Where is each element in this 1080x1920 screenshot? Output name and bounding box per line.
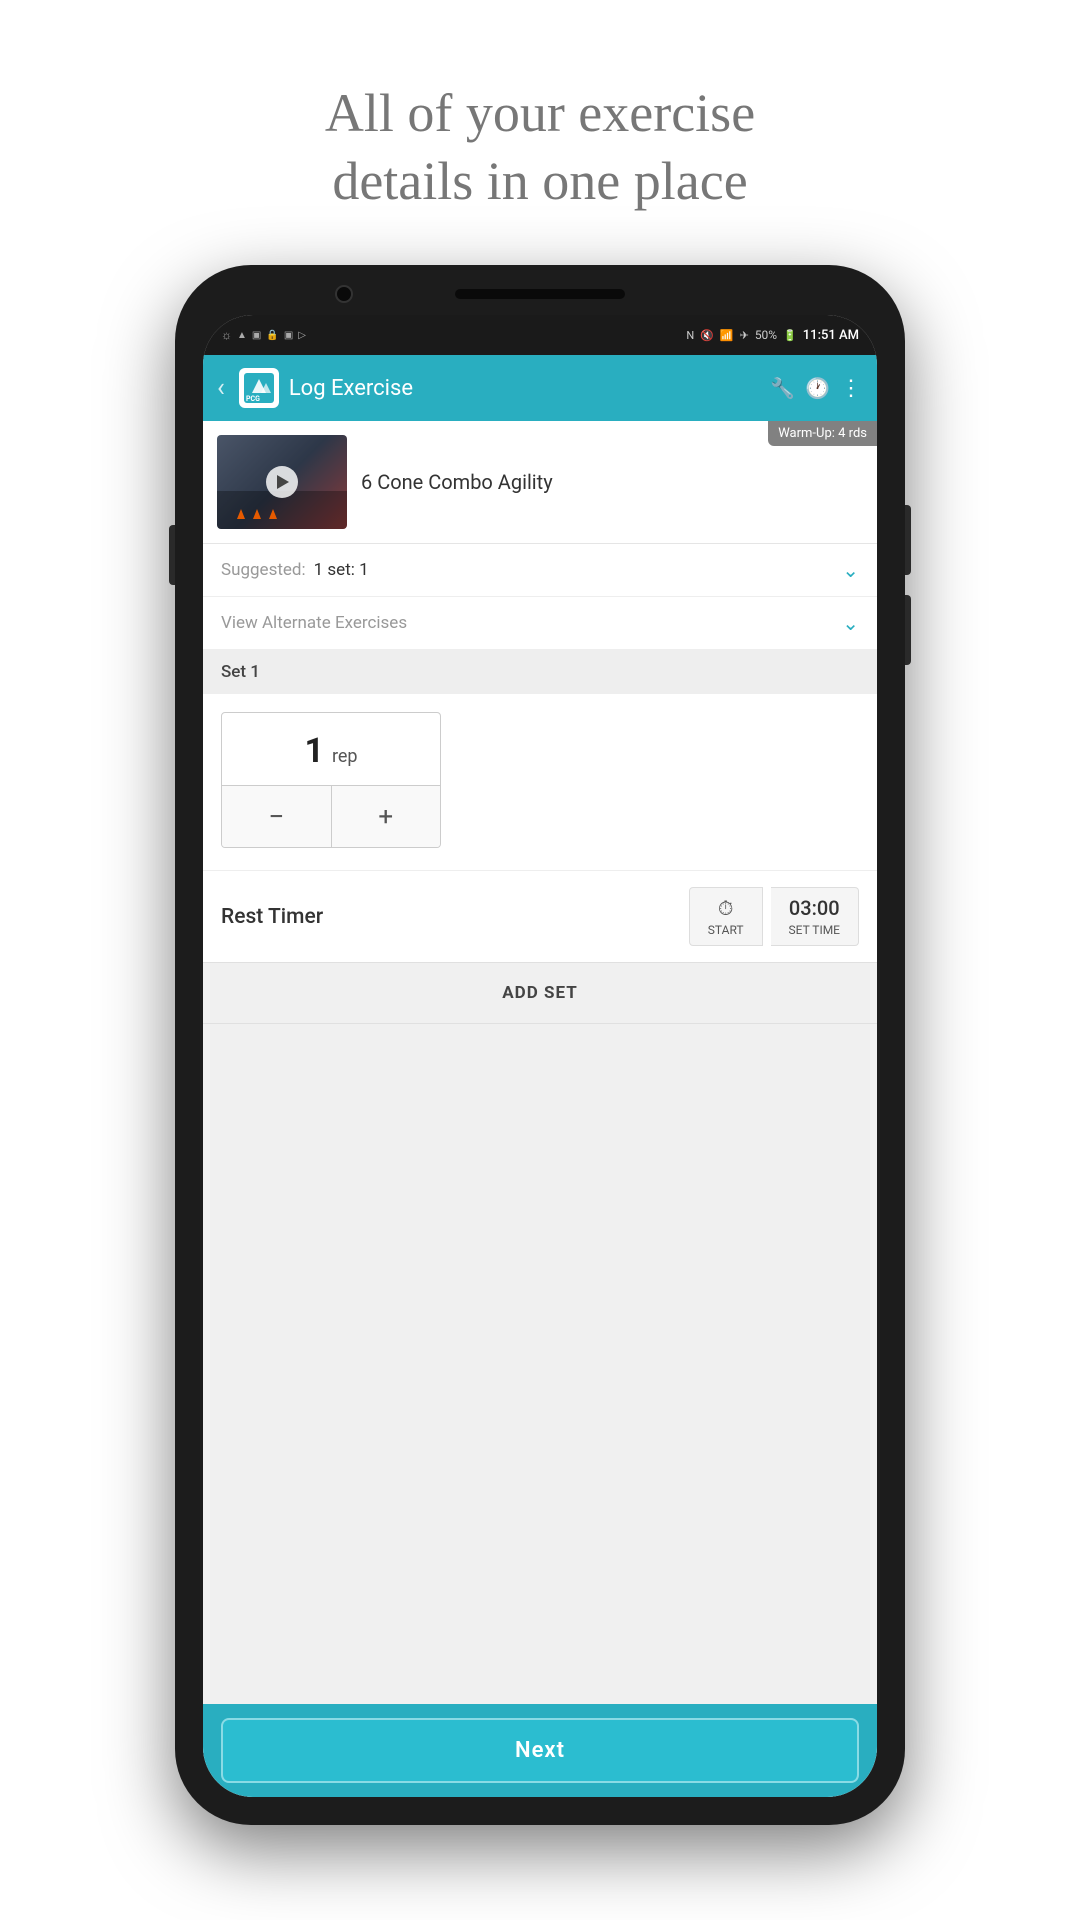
next-button-label: Next [515,1738,565,1763]
play-button[interactable] [266,466,298,498]
content-area: Warm-Up: 4 rds 6 Cone Com [203,421,877,1797]
decrement-button[interactable]: − [222,786,332,847]
status-mute-icon: 🔇 [700,329,714,342]
status-time: 11:51 AM [803,328,859,343]
rep-unit: rep [332,746,358,767]
status-icon-lock: 🔒 [266,330,278,341]
timer-set-label: SET TIME [789,923,840,937]
more-options-icon[interactable]: ⋮ [840,376,863,401]
status-icon-alert: ▲ [237,330,247,341]
wrench-icon[interactable]: 🔧 [770,376,795,400]
status-icon-extra: ▣ [284,330,293,341]
alternate-exercises-row[interactable]: View Alternate Exercises ⌄ [203,597,877,650]
svg-text:PCG: PCG [246,395,260,403]
suggested-chevron-icon: ⌄ [842,558,859,582]
status-airplane-icon: ✈ [740,329,749,342]
status-battery-icon: 🔋 [783,329,797,342]
bottom-spacer [203,1024,877,1704]
pcg-logo-svg: PCG [242,371,276,405]
power-button[interactable] [169,525,175,585]
suggested-row[interactable]: Suggested: 1 set: 1 ⌄ [203,544,877,597]
timer-set-time: 03:00 [789,896,840,920]
timer-set-button[interactable]: 03:00 SET TIME [771,887,859,946]
phone-camera [335,285,353,303]
rest-timer-row: Rest Timer ⏱ START 03:00 SET TIME [203,870,877,962]
volume-up-button[interactable] [905,505,911,575]
alternate-chevron-icon: ⌄ [842,611,859,635]
exercise-thumbnail[interactable] [217,435,347,529]
timer-start-button[interactable]: ⏱ START [689,887,763,946]
suggested-value: 1 set: 1 [314,560,843,580]
status-icon-brightness: ☼ [221,328,232,342]
app-bar: ‹ PCG Log Exercise 🔧 🕐 ⋮ [203,355,877,421]
timer-start-icon: ⏱ [718,896,734,920]
history-icon[interactable]: 🕐 [805,376,830,400]
rep-number: 1 [304,731,324,771]
volume-down-button[interactable] [905,595,911,665]
app-bar-title: Log Exercise [289,376,760,401]
phone-screen: ☼ ▲ ▣ 🔒 ▣ ▷ N 🔇 📶 ✈ 50% 🔋 11:51 AM [203,315,877,1797]
set-content: 1 rep − + [203,694,877,870]
timer-start-label: START [708,923,744,937]
status-bar: ☼ ▲ ▣ 🔒 ▣ ▷ N 🔇 📶 ✈ 50% 🔋 11:51 AM [203,315,877,355]
status-nfc-icon: N [686,329,694,342]
increment-button[interactable]: + [332,786,441,847]
bottom-bar: Next [203,1704,877,1797]
add-set-button[interactable]: ADD SET [203,962,877,1024]
page-headline: All of your exercise details in one plac… [225,80,855,215]
exercise-header: Warm-Up: 4 rds 6 Cone Com [203,421,877,544]
status-icon-photo: ▣ [252,330,261,341]
status-battery-text: 50% [755,328,777,342]
status-icon-extra2: ▷ [298,330,306,341]
warm-up-badge: Warm-Up: 4 rds [768,421,877,446]
back-button[interactable]: ‹ [217,373,225,403]
set-header: Set 1 [203,650,877,694]
exercise-name: 6 Cone Combo Agility [361,469,863,495]
app-logo: PCG [239,368,279,408]
next-button[interactable]: Next [221,1718,859,1783]
alternate-label: View Alternate Exercises [221,613,842,633]
rest-timer-label: Rest Timer [221,905,681,929]
add-set-label: ADD SET [502,983,577,1003]
phone-speaker [455,289,625,299]
status-wifi-icon: 📶 [720,329,734,342]
suggested-label: Suggested: [221,560,306,580]
rep-box: 1 rep − + [221,712,441,848]
